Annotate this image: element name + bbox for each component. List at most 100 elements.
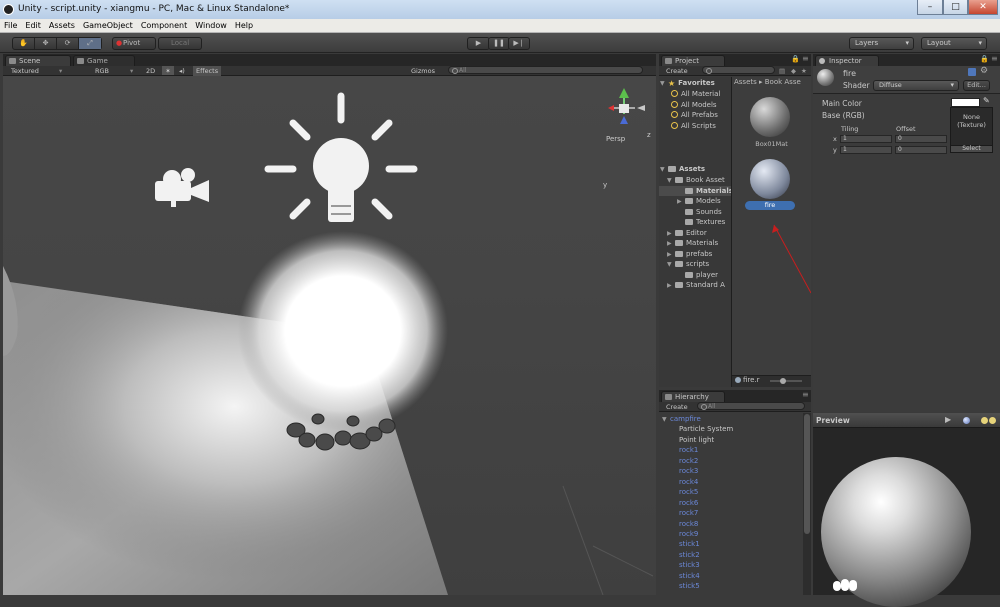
slider-handle[interactable] (780, 378, 786, 384)
close-window-button[interactable]: ✕ (968, 0, 998, 15)
shading-mode-dropdown[interactable]: Textured (11, 66, 39, 76)
step-button[interactable]: ▶❘ (508, 37, 530, 50)
shader-dropdown[interactable]: Diffuse (873, 80, 959, 91)
asset-folder-item[interactable]: ▶ Models (677, 196, 721, 206)
expand-arrow-icon[interactable]: ▼ (662, 415, 670, 425)
assets-header[interactable]: ▼ Assets (660, 164, 705, 174)
panel-menu-icon[interactable]: ≡ (991, 54, 998, 63)
hierarchy-item[interactable]: rock9 (679, 529, 698, 539)
tab-hierarchy[interactable]: Hierarchy (661, 391, 725, 402)
tab-inspector[interactable]: Inspector (815, 55, 879, 66)
asset-folder-item[interactable]: ▶ Materials (667, 238, 718, 248)
panel-menu-icon[interactable]: ≡ (802, 390, 809, 399)
expand-arrow-icon[interactable]: ▶ (677, 197, 685, 207)
fire-material-label[interactable]: fire (745, 201, 795, 210)
texture-select-button[interactable]: Select (950, 145, 993, 153)
hierarchy-item[interactable]: rock6 (679, 498, 698, 508)
minimize-button[interactable]: – (917, 0, 943, 15)
menu-edit[interactable]: Edit (21, 19, 45, 33)
favorite-item[interactable]: All Prefabs (671, 110, 718, 120)
expand-arrow-icon[interactable]: ▶ (667, 281, 675, 291)
asset-folder-item[interactable]: ▶ prefabs (667, 249, 712, 259)
hierarchy-item[interactable]: rock7 (679, 508, 698, 518)
hierarchy-scrollbar[interactable] (803, 413, 811, 595)
asset-folder-item[interactable]: ▶ Standard A (667, 280, 725, 290)
asset-folder-item[interactable]: ▶ Editor (667, 228, 707, 238)
hierarchy-item[interactable]: Point light (679, 435, 714, 445)
expand-arrow-icon[interactable]: ▶ (667, 229, 675, 239)
menu-window[interactable]: Window (191, 19, 231, 33)
tiling-y-field[interactable]: 1 (840, 146, 892, 154)
asset-folder-item[interactable]: Textures (677, 217, 725, 227)
move-tool-icon[interactable]: ✥ (35, 38, 57, 49)
menu-file[interactable]: File (0, 19, 21, 33)
hierarchy-item[interactable]: rock3 (679, 466, 698, 476)
hierarchy-item[interactable]: rock5 (679, 487, 698, 497)
hierarchy-item[interactable]: stick2 (679, 550, 700, 560)
audio-toggle-icon[interactable]: ◂) (179, 66, 185, 76)
help-book-icon[interactable] (968, 68, 976, 76)
preview-sphere-icon[interactable] (963, 417, 970, 424)
hierarchy-item[interactable]: rock2 (679, 456, 698, 466)
asset-folder-item[interactable]: Sounds (677, 207, 722, 217)
favorite-item[interactable]: All Models (671, 100, 717, 110)
fire-material-thumbnail[interactable] (750, 159, 790, 199)
render-mode-dropdown[interactable]: RGB (95, 66, 109, 76)
hierarchy-item[interactable]: rock8 (679, 519, 698, 529)
local-button[interactable]: Local (158, 37, 202, 50)
panel-menu-icon[interactable]: ≡ (802, 54, 809, 63)
favorites-header[interactable]: ▼ ★ Favorites (660, 78, 715, 88)
tab-game[interactable]: Game (73, 55, 135, 66)
lock-icon[interactable]: 🔒 (791, 55, 800, 63)
hierarchy-item[interactable]: ▼ campfire (662, 414, 701, 424)
hierarchy-search-input[interactable]: All (697, 402, 805, 410)
favorite-star-icon[interactable]: ★ (801, 66, 807, 76)
box01mat-thumbnail[interactable] (750, 97, 790, 137)
hierarchy-item[interactable]: Particle System (679, 424, 733, 434)
lock-icon[interactable]: 🔒 (980, 55, 989, 63)
menu-component[interactable]: Component (137, 19, 191, 33)
color-picker-eyedropper-icon[interactable]: ✎ (983, 96, 990, 105)
hierarchy-item[interactable]: stick5 (679, 581, 700, 591)
scale-tool-icon[interactable]: ⤢ (79, 38, 101, 49)
hand-tool-icon[interactable]: ✋ (13, 38, 35, 49)
scene-search-input[interactable]: All (448, 66, 643, 74)
tiling-x-field[interactable]: 1 (840, 135, 892, 143)
expand-arrow-icon[interactable]: ▶ (667, 239, 675, 249)
hierarchy-scroll-thumb[interactable] (804, 414, 810, 534)
hierarchy-item[interactable]: stick1 (679, 539, 700, 549)
menu-help[interactable]: Help (231, 19, 257, 33)
asset-folder-item[interactable]: ▼ scripts (667, 259, 709, 269)
menu-assets[interactable]: Assets (45, 19, 79, 33)
menu-gameobject[interactable]: GameObject (79, 19, 137, 33)
pivot-button[interactable]: ● Pivot (112, 37, 156, 50)
projection-label[interactable]: Persp (606, 135, 625, 143)
hierarchy-item[interactable]: stick3 (679, 560, 700, 570)
layers-dropdown[interactable]: Layers (849, 37, 914, 50)
tab-project[interactable]: Project (661, 55, 725, 66)
filter-type-icon[interactable]: ▤ (779, 66, 785, 76)
offset-x-field[interactable]: 0 (895, 135, 947, 143)
hierarchy-create-dropdown[interactable]: Create (666, 402, 688, 412)
tab-scene[interactable]: Scene (5, 55, 71, 66)
shader-edit-button[interactable]: Edit... (963, 80, 990, 91)
effects-dropdown[interactable]: Effects (193, 66, 222, 76)
preview-play-icon[interactable]: ▶ (945, 415, 951, 424)
filter-label-icon[interactable]: ◆ (791, 66, 796, 76)
pause-button[interactable]: ❚❚ (488, 37, 510, 50)
hierarchy-item[interactable]: stick4 (679, 571, 700, 581)
asset-folder-item[interactable]: Materials (659, 185, 731, 196)
play-button[interactable]: ▶ (467, 37, 490, 50)
box01mat-label[interactable]: Box01Mat (732, 140, 811, 148)
main-color-swatch[interactable] (951, 98, 980, 107)
hierarchy-item[interactable]: rock4 (679, 477, 698, 487)
scene-viewport[interactable]: y z Persp (3, 76, 656, 595)
preview-light-icon[interactable] (981, 417, 988, 424)
favorite-item[interactable]: All Scripts (671, 121, 716, 131)
project-search-input[interactable] (702, 66, 775, 74)
gizmos-dropdown[interactable]: Gizmos (411, 66, 435, 76)
asset-folder-item[interactable]: player (677, 270, 718, 280)
hierarchy-item[interactable]: rock1 (679, 445, 698, 455)
offset-y-field[interactable]: 0 (895, 146, 947, 154)
expand-arrow-icon[interactable]: ▼ (667, 260, 675, 270)
